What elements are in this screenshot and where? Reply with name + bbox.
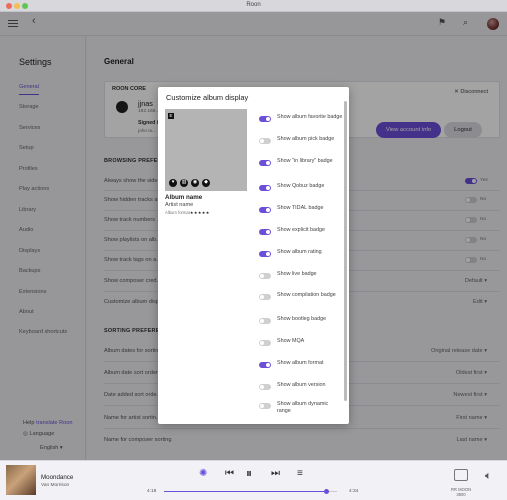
seek-bar-handle[interactable] bbox=[324, 489, 330, 494]
option-label: Show album favorite badge bbox=[277, 114, 343, 120]
toggle-switch[interactable] bbox=[259, 116, 271, 122]
window-titlebar: Roon bbox=[0, 0, 507, 12]
artist-name-preview: Artist name bbox=[165, 202, 194, 208]
toggle-switch[interactable] bbox=[259, 273, 271, 279]
option-label: Show MQA bbox=[277, 338, 305, 344]
dialog-title: Customize album display bbox=[166, 93, 249, 102]
toggle-switch[interactable] bbox=[259, 318, 271, 324]
queue-icon[interactable]: ≡ bbox=[297, 468, 303, 479]
customize-album-display-dialog: Customize album display E ♥ ▥ ◉ ◆ Album … bbox=[158, 87, 349, 424]
option-label: Show album pick badge bbox=[277, 136, 335, 142]
option-label: Show live badge bbox=[277, 271, 317, 277]
elapsed-time: 4:18 bbox=[147, 489, 157, 494]
toggle-switch[interactable] bbox=[259, 185, 271, 191]
toggle-switch[interactable] bbox=[259, 160, 271, 166]
album-name-preview: Album name bbox=[165, 194, 203, 201]
toggle-switch[interactable] bbox=[259, 384, 271, 390]
radio-icon[interactable]: ✺ bbox=[199, 468, 207, 479]
heart-icon: ♥ bbox=[169, 179, 177, 187]
rating-stars: ★★★★★ bbox=[189, 210, 210, 215]
pause-icon[interactable]: ⏸ bbox=[246, 466, 252, 481]
album-format-text: Album format bbox=[165, 210, 190, 215]
option-label: Show TIDAL badge bbox=[277, 205, 324, 211]
option-label: Show explicit badge bbox=[277, 227, 325, 233]
toggle-switch[interactable] bbox=[259, 294, 271, 300]
album-format-preview: Album format★★★★★ bbox=[165, 210, 210, 215]
track-artist[interactable]: Van Morrison bbox=[41, 483, 69, 488]
track-title[interactable]: Moondance bbox=[41, 474, 73, 481]
option-label: Show bootleg badge bbox=[277, 316, 327, 322]
dialog-scrollbar[interactable] bbox=[344, 101, 347, 401]
album-art-thumbnail[interactable] bbox=[6, 465, 36, 495]
volume-icon[interactable]: 🔈︎ bbox=[485, 470, 492, 483]
qobuz-icon: ◉ bbox=[191, 179, 199, 187]
tidal-icon: ◆ bbox=[202, 179, 210, 187]
toggle-switch[interactable] bbox=[259, 362, 271, 368]
previous-track-icon[interactable]: ⏮ bbox=[225, 468, 234, 479]
zone-name[interactable]: RR MOON 3800 bbox=[446, 487, 476, 497]
toggle-switch[interactable] bbox=[259, 340, 271, 346]
album-art-preview: E ♥ ▥ ◉ ◆ bbox=[165, 109, 247, 191]
library-icon: ▥ bbox=[180, 179, 188, 187]
toggle-switch[interactable] bbox=[259, 403, 271, 409]
next-track-icon[interactable]: ⏭ bbox=[271, 468, 280, 479]
toggle-switch[interactable] bbox=[259, 207, 271, 213]
option-label: Show Qobuz badge bbox=[277, 183, 325, 189]
seek-bar-fill bbox=[164, 491, 327, 492]
option-label: Show album dynamic range bbox=[277, 401, 329, 414]
seek-bar[interactable] bbox=[164, 489, 337, 494]
option-label: Show "in library" badge bbox=[277, 158, 333, 164]
total-time: 4:34 bbox=[349, 489, 359, 494]
zone-icon[interactable] bbox=[454, 469, 468, 481]
option-label: Show album rating bbox=[277, 249, 322, 255]
window-title: Roon bbox=[246, 2, 261, 8]
toggle-switch[interactable] bbox=[259, 229, 271, 235]
option-label: Show compilation badge bbox=[277, 292, 336, 298]
now-playing-bar: Moondance Van Morrison ✺ ⏮ ⏸ ⏭ ≡ 4:18 4:… bbox=[0, 460, 507, 500]
toggle-switch[interactable] bbox=[259, 138, 271, 144]
option-label: Show album version bbox=[277, 382, 326, 388]
explicit-badge-icon: E bbox=[168, 113, 174, 119]
option-label: Show album format bbox=[277, 360, 324, 366]
toggle-switch[interactable] bbox=[259, 251, 271, 257]
